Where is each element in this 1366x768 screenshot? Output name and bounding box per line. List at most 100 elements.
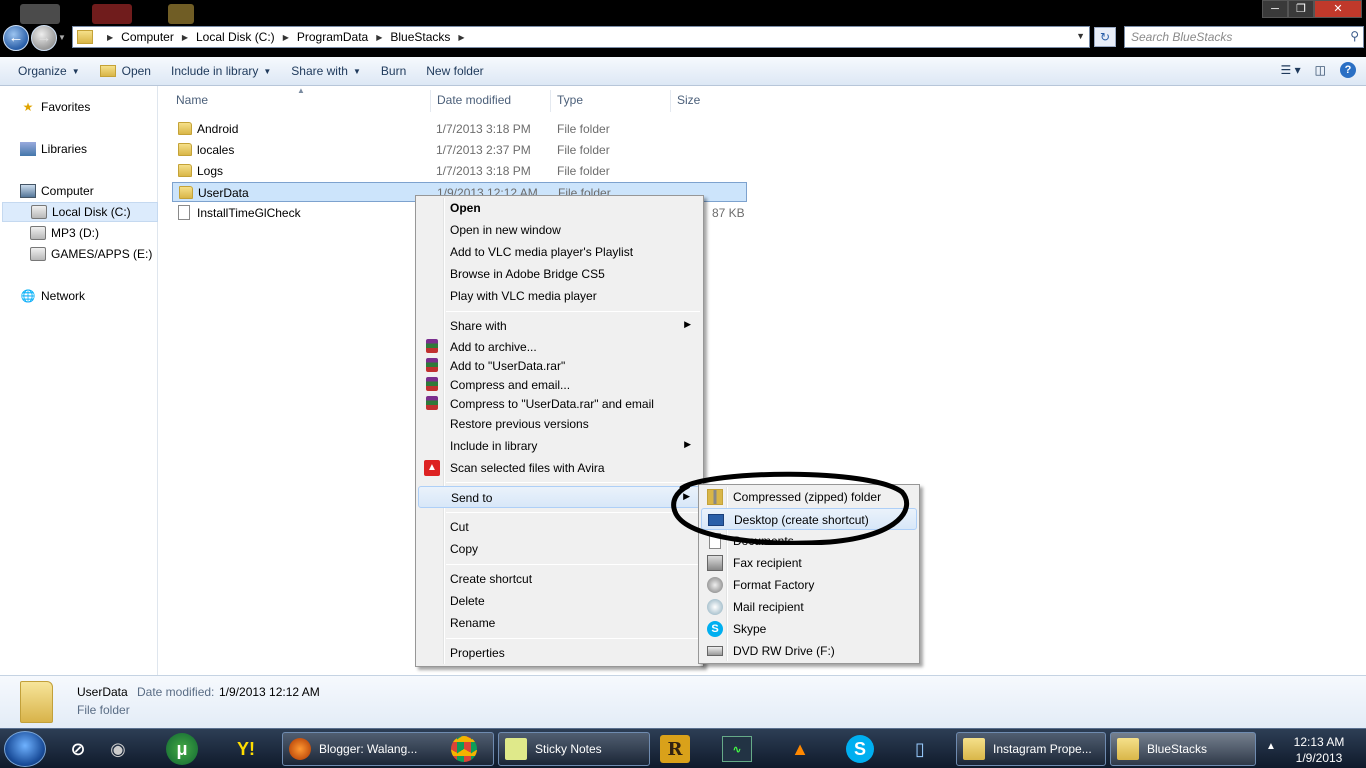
details-pane: UserData Date modified: 1/9/2013 12:12 A… bbox=[0, 675, 1366, 728]
folder-icon bbox=[963, 738, 985, 760]
sort-ascending-icon: ▲ bbox=[297, 86, 305, 95]
breadcrumb-computer[interactable]: Computer ▶ bbox=[121, 30, 196, 44]
new-folder-button[interactable]: New folder bbox=[416, 57, 493, 85]
file-name: Android bbox=[197, 122, 239, 136]
address-history-dropdown[interactable]: ▼ bbox=[1076, 31, 1085, 41]
column-header-name[interactable]: Name bbox=[176, 93, 208, 107]
view-options-icon[interactable]: ☰ ▾ bbox=[1281, 63, 1301, 77]
share-with-button[interactable]: Share with ▼ bbox=[281, 57, 371, 85]
details-modified-label: Date modified: bbox=[137, 685, 215, 699]
breadcrumb-bluestacks[interactable]: BlueStacks ▶ bbox=[390, 30, 472, 44]
menu-open[interactable]: Open bbox=[418, 197, 701, 219]
menu-copy[interactable]: Copy bbox=[418, 538, 701, 560]
menu-rename[interactable]: Rename bbox=[418, 612, 701, 634]
recent-pages-dropdown[interactable]: ▼ bbox=[58, 33, 66, 42]
nav-computer[interactable]: Computer bbox=[20, 181, 176, 201]
menu-add-vlc-playlist[interactable]: Add to VLC media player's Playlist bbox=[418, 241, 701, 263]
menu-browse-bridge[interactable]: Browse in Adobe Bridge CS5 bbox=[418, 263, 701, 285]
open-button[interactable]: Open bbox=[90, 57, 161, 85]
minimize-button[interactable]: ─ bbox=[1262, 0, 1288, 18]
sendto-mail[interactable]: Mail recipient bbox=[701, 596, 917, 618]
sendto-fax[interactable]: Fax recipient bbox=[701, 552, 917, 574]
back-button[interactable]: ← bbox=[3, 25, 29, 51]
menu-restore-previous[interactable]: Restore previous versions bbox=[418, 413, 701, 435]
computer-icon bbox=[20, 184, 36, 198]
menu-play-vlc[interactable]: Play with VLC media player bbox=[418, 285, 701, 307]
burn-button[interactable]: Burn bbox=[371, 57, 416, 85]
skype-taskbar-icon[interactable]: S bbox=[842, 733, 878, 765]
system-clock[interactable]: 12:13 AM 1/9/2013 bbox=[1284, 734, 1354, 766]
notepad-icon[interactable]: ▯ bbox=[902, 733, 938, 765]
task-bluestacks[interactable]: BlueStacks bbox=[1110, 732, 1256, 766]
pinned-app-icon[interactable]: ⊘ bbox=[60, 733, 96, 765]
forward-button[interactable]: → bbox=[31, 25, 57, 51]
file-row-android[interactable]: Android 1/7/2013 3:18 PM File folder bbox=[172, 119, 747, 139]
menu-send-to[interactable]: Send to ▶ bbox=[418, 486, 701, 508]
nav-local-disk[interactable]: Local Disk (C:) bbox=[2, 202, 158, 222]
sendto-format-factory[interactable]: Format Factory bbox=[701, 574, 917, 596]
skype-icon: S bbox=[846, 735, 874, 763]
camera-app-icon[interactable]: ◉ bbox=[100, 733, 136, 765]
menu-compress-rar-email[interactable]: Compress to "UserData.rar" and email bbox=[418, 393, 701, 415]
menu-separator bbox=[446, 564, 700, 565]
fax-icon bbox=[707, 555, 723, 571]
nav-libraries[interactable]: Libraries bbox=[20, 139, 176, 159]
file-row-logs[interactable]: Logs 1/7/2013 3:18 PM File folder bbox=[172, 161, 747, 181]
folder-open-icon bbox=[99, 65, 116, 77]
menu-scan-avira[interactable]: ▲ Scan selected files with Avira bbox=[418, 457, 701, 479]
file-icon bbox=[178, 205, 190, 220]
folder-icon bbox=[178, 143, 192, 156]
start-button[interactable] bbox=[4, 731, 46, 767]
yahoo-messenger-icon[interactable]: Y! bbox=[228, 733, 264, 765]
menu-delete[interactable]: Delete bbox=[418, 590, 701, 612]
task-instagram-properties[interactable]: Instagram Prope... bbox=[956, 732, 1106, 766]
navigation-pane: ★ Favorites Libraries Computer Local Disk… bbox=[0, 86, 158, 675]
organize-button[interactable]: Organize ▼ bbox=[0, 57, 90, 85]
search-input[interactable]: Search BlueStacks ⚲ bbox=[1124, 26, 1364, 48]
menu-cut[interactable]: Cut bbox=[418, 516, 701, 538]
file-type: File folder bbox=[557, 122, 610, 136]
column-divider[interactable] bbox=[430, 90, 431, 112]
include-in-library-button[interactable]: Include in library ▼ bbox=[161, 57, 281, 85]
breadcrumb-programdata[interactable]: ProgramData ▶ bbox=[297, 30, 391, 44]
task-sticky-notes[interactable]: Sticky Notes bbox=[498, 732, 650, 766]
submenu-arrow-icon: ▶ bbox=[684, 439, 691, 449]
address-bar[interactable]: ▶ Computer ▶ Local Disk (C:) ▶ ProgramData… bbox=[72, 26, 1090, 48]
nav-network[interactable]: 🌐 Network bbox=[20, 286, 176, 306]
file-row-locales[interactable]: locales 1/7/2013 2:37 PM File folder bbox=[172, 140, 747, 160]
column-header-size[interactable]: Size bbox=[677, 93, 700, 107]
preview-pane-icon[interactable]: ◫ bbox=[1315, 63, 1326, 77]
menu-properties[interactable]: Properties bbox=[418, 642, 701, 664]
annotation-circle bbox=[671, 471, 909, 545]
rockstar-icon[interactable]: R bbox=[660, 735, 690, 763]
close-button[interactable]: ✕ bbox=[1314, 0, 1362, 18]
chrome-icon[interactable] bbox=[446, 733, 482, 765]
show-hidden-icons-button[interactable]: ▲ bbox=[1266, 741, 1276, 752]
vlc-icon[interactable]: ▲ bbox=[782, 733, 818, 765]
sendto-skype[interactable]: S Skype bbox=[701, 618, 917, 640]
maximize-button[interactable]: ❐ bbox=[1288, 0, 1314, 18]
column-divider[interactable] bbox=[550, 90, 551, 112]
format-factory-icon bbox=[707, 577, 723, 593]
menu-share-with[interactable]: Share with ▶ bbox=[418, 315, 701, 337]
nav-favorites[interactable]: ★ Favorites bbox=[20, 97, 176, 117]
column-divider[interactable] bbox=[670, 90, 671, 112]
breadcrumb-local-disk[interactable]: Local Disk (C:) ▶ bbox=[196, 30, 297, 44]
utorrent-icon[interactable]: μ bbox=[166, 733, 198, 765]
task-manager-icon[interactable]: ∿ bbox=[722, 736, 752, 762]
menu-open-new-window[interactable]: Open in new window bbox=[418, 219, 701, 241]
taskbar: ⊘ ◉ μ Y! Blogger: Walang... Sticky Notes… bbox=[0, 728, 1366, 768]
breadcrumb-separator[interactable]: ▶ bbox=[99, 33, 121, 42]
avira-icon: ▲ bbox=[424, 460, 440, 476]
skype-icon: S bbox=[707, 621, 723, 637]
refresh-button[interactable]: ↻ bbox=[1094, 27, 1116, 47]
column-header-type[interactable]: Type bbox=[557, 93, 583, 107]
search-icon[interactable]: ⚲ bbox=[1350, 29, 1359, 43]
menu-include-library[interactable]: Include in library ▶ bbox=[418, 435, 701, 457]
help-icon[interactable]: ? bbox=[1340, 62, 1356, 78]
folder-icon bbox=[178, 122, 192, 135]
sendto-dvd-drive[interactable]: DVD RW Drive (F:) bbox=[701, 640, 917, 662]
sticky-notes-icon bbox=[505, 738, 527, 760]
menu-create-shortcut[interactable]: Create shortcut bbox=[418, 568, 701, 590]
column-header-date-modified[interactable]: Date modified bbox=[437, 93, 511, 107]
